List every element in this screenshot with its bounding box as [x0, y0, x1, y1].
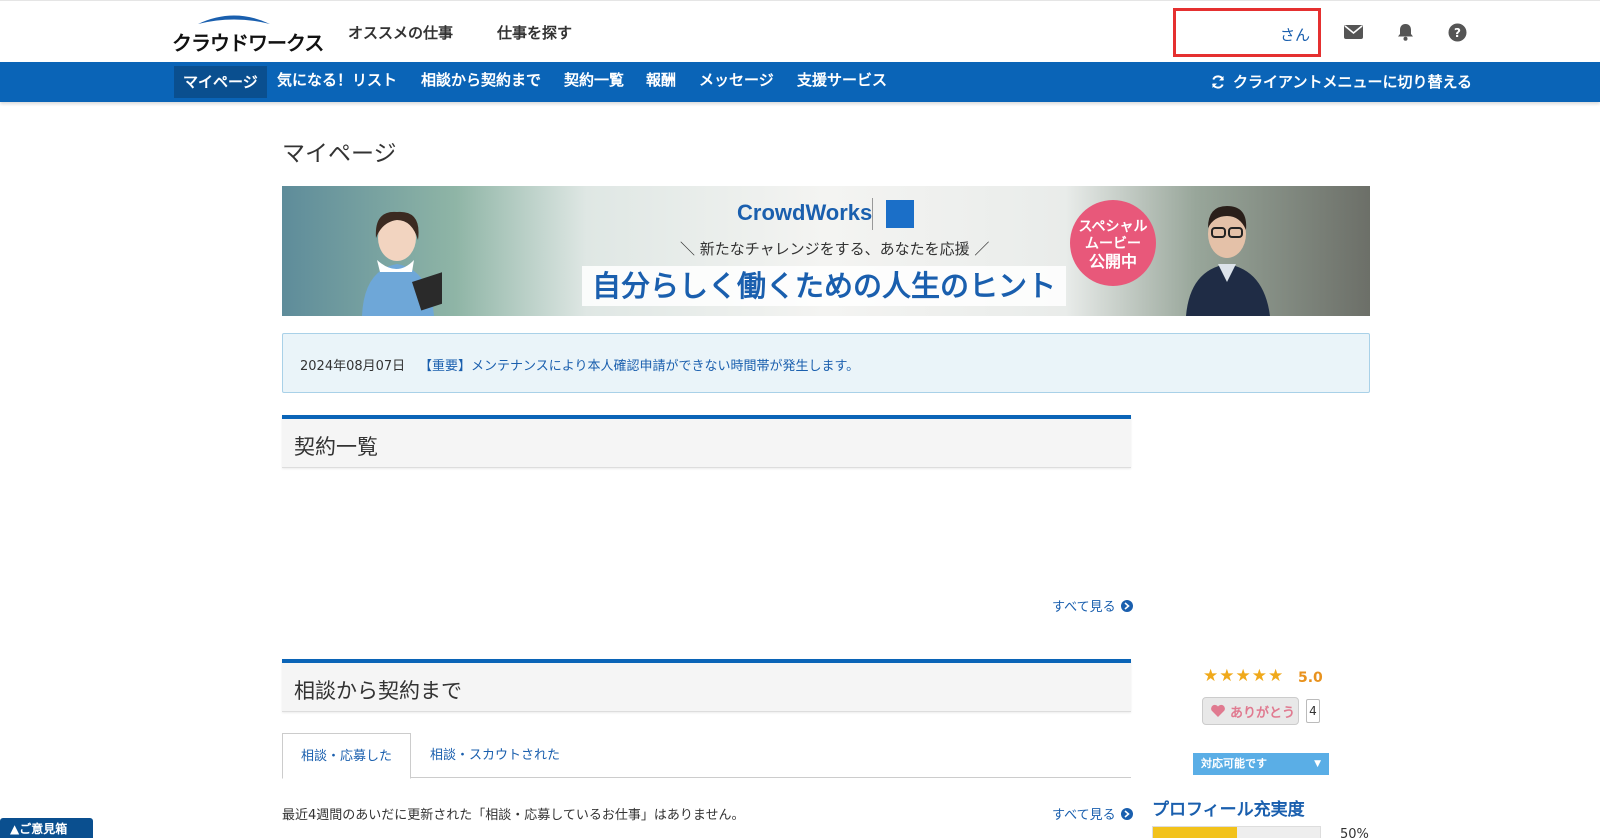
availability-status-dropdown[interactable]: 対応可能です ▼	[1193, 753, 1329, 775]
nav-find-jobs[interactable]: 仕事を探す	[497, 22, 572, 43]
notice-link[interactable]: 【重要】メンテナンスにより本人確認申請ができない時間帯が発生します。	[419, 355, 859, 374]
star-icon: ★	[1235, 666, 1251, 686]
site-header: クラウドワークス オススメの仕事 仕事を探す さん ?	[0, 0, 1600, 62]
star-icon: ★	[1268, 666, 1284, 686]
promo-banner[interactable]: CrowdWorks ＼ 新たなチャレンジをする、あなたを応援 ／ 自分らしく働…	[282, 186, 1370, 316]
profile-completeness-title[interactable]: プロフィール充実度	[1152, 795, 1305, 820]
banner-special-movie-badge: スペシャル ムービー 公開中	[1070, 200, 1156, 286]
banner-brand: CrowdWorks	[737, 200, 873, 225]
arrow-right-circle-icon	[1120, 599, 1133, 612]
nav-recommended-jobs[interactable]: オススメの仕事	[348, 22, 453, 43]
nav-item-consult-to-contract[interactable]: 相談から契約まで	[412, 62, 550, 98]
user-menu[interactable]: さん	[1173, 8, 1321, 57]
tab-applied[interactable]: 相談・応募した	[282, 733, 412, 779]
thanks-count: 4	[1306, 699, 1320, 723]
feedback-box-button[interactable]: ▲ご意見箱	[0, 818, 93, 838]
star-icon: ★	[1251, 666, 1267, 686]
consult-section-header: 相談から契約まで	[282, 659, 1131, 712]
bell-icon[interactable]	[1394, 21, 1416, 43]
svg-text:?: ?	[1454, 26, 1461, 40]
chevron-down-icon: ▼	[1314, 759, 1321, 769]
nav-item-contracts[interactable]: 契約一覧	[555, 62, 633, 98]
arrow-right-circle-icon	[1120, 807, 1133, 820]
notice-box: 2024年08月07日 【重要】メンテナンスにより本人確認申請ができない時間帯が…	[282, 333, 1370, 393]
nav-item-rewards[interactable]: 報酬	[637, 62, 685, 98]
amex-logo	[886, 200, 914, 228]
page-title: マイページ	[282, 141, 397, 167]
profile-progress-fill	[1153, 827, 1237, 838]
logo-arc-icon	[198, 15, 270, 24]
help-icon[interactable]: ?	[1446, 21, 1468, 43]
banner-woman-image	[362, 211, 442, 316]
banner-subtitle: ＼ 新たなチャレンジをする、あなたを応援 ／	[680, 240, 990, 258]
logo-text: クラウドワークス	[172, 31, 324, 55]
contracts-title: 契約一覧	[294, 435, 378, 459]
badge-line-1: スペシャル	[1078, 218, 1148, 235]
profile-progress-bar	[1152, 826, 1321, 838]
consult-title: 相談から契約まで	[294, 679, 462, 703]
consult-tabs: 相談・応募した 相談・スカウトされた	[282, 733, 1131, 779]
rating-value: 5.0	[1298, 670, 1323, 686]
top-nav: オススメの仕事 仕事を探す	[348, 22, 572, 43]
switch-label: クライアントメニューに切り替える	[1233, 73, 1472, 91]
banner-divider	[872, 198, 873, 230]
heart-icon	[1211, 704, 1225, 717]
mail-icon[interactable]	[1342, 21, 1364, 43]
user-name-label[interactable]: さん	[1280, 24, 1310, 45]
availability-status-label: 対応可能です	[1201, 757, 1267, 770]
see-all-label: すべて見る	[1052, 808, 1116, 823]
consult-see-all-link[interactable]: すべて見る	[1052, 804, 1133, 823]
consult-empty-message: 最近4週間のあいだに更新された「相談・応募しているお仕事」はありません。	[282, 808, 745, 823]
see-all-label: すべて見る	[1052, 600, 1116, 615]
nav-item-watchlist[interactable]: 気になる！リスト	[268, 62, 406, 98]
contracts-section-header: 契約一覧	[282, 415, 1131, 468]
thanks-button[interactable]: ありがとう	[1202, 697, 1299, 725]
nav-item-messages[interactable]: メッセージ	[690, 62, 783, 98]
badge-line-3: 公開中	[1088, 251, 1137, 271]
star-icon: ★	[1203, 666, 1219, 686]
thanks-label: ありがとう	[1230, 705, 1296, 721]
main-nav-bar: マイページ 気になる！リスト 相談から契約まで 契約一覧 報酬 メッセージ 支援…	[0, 62, 1600, 102]
nav-item-mypage[interactable]: マイページ	[174, 66, 267, 98]
tab-scouted[interactable]: 相談・スカウトされた	[412, 733, 578, 778]
notice-date: 2024年08月07日	[300, 359, 406, 374]
profile-progress-percent: 50%	[1340, 827, 1369, 838]
nav-item-support[interactable]: 支援サービス	[788, 62, 896, 98]
banner-man-image	[1186, 206, 1270, 316]
banner-headline: 自分らしく働くための人生のヒント	[582, 266, 1067, 306]
contracts-see-all-link[interactable]: すべて見る	[1052, 596, 1133, 615]
star-icon: ★	[1219, 666, 1235, 686]
rating-stars: ★ ★ ★ ★ ★	[1203, 666, 1283, 686]
switch-to-client-button[interactable]: クライアントメニューに切り替える	[1211, 62, 1472, 102]
refresh-icon	[1212, 75, 1224, 89]
badge-line-2: ムービー	[1085, 235, 1141, 252]
crowdworks-logo[interactable]: クラウドワークス	[172, 11, 324, 55]
